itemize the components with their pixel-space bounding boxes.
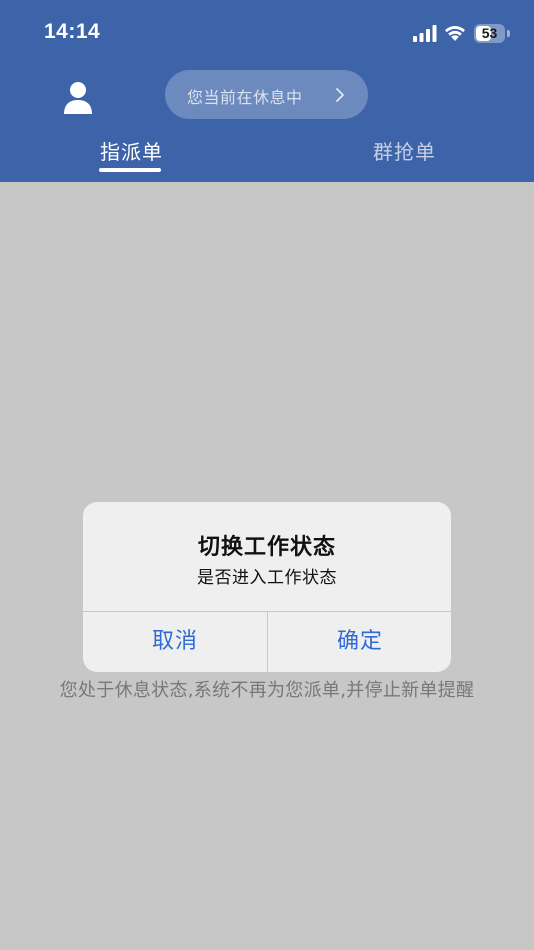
tab-group-grab-orders[interactable]: 群抢单	[373, 136, 436, 165]
active-tab-indicator	[99, 168, 161, 172]
confirm-button[interactable]: 确定	[268, 612, 451, 672]
wifi-icon	[445, 26, 465, 41]
status-bar: 14:14 53	[0, 0, 534, 68]
app-screen: 14:14 53 您当前在休息中 指派单 群抢单 您处于休息状态,系统不再为您派…	[0, 0, 534, 950]
work-status-label: 您当前在休息中	[187, 88, 303, 107]
dialog-message: 是否进入工作状态	[197, 568, 337, 588]
user-silhouette-icon[interactable]	[62, 80, 94, 116]
battery-level: 53	[481, 25, 498, 41]
dialog-title: 切换工作状态	[197, 535, 336, 560]
cancel-button[interactable]: 取消	[83, 612, 267, 672]
switch-status-dialog: 切换工作状态 是否进入工作状态 取消 确定	[83, 502, 451, 672]
status-time: 14:14	[44, 20, 101, 43]
work-status-pill[interactable]: 您当前在休息中	[165, 70, 368, 119]
header: 14:14 53 您当前在休息中 指派单 群抢单	[0, 0, 534, 182]
tab-assigned-orders[interactable]: 指派单	[100, 136, 163, 165]
battery-icon: 53	[474, 24, 505, 43]
cellular-signal-icon	[413, 25, 437, 42]
chevron-right-icon	[336, 88, 344, 102]
battery-cap	[507, 30, 510, 37]
